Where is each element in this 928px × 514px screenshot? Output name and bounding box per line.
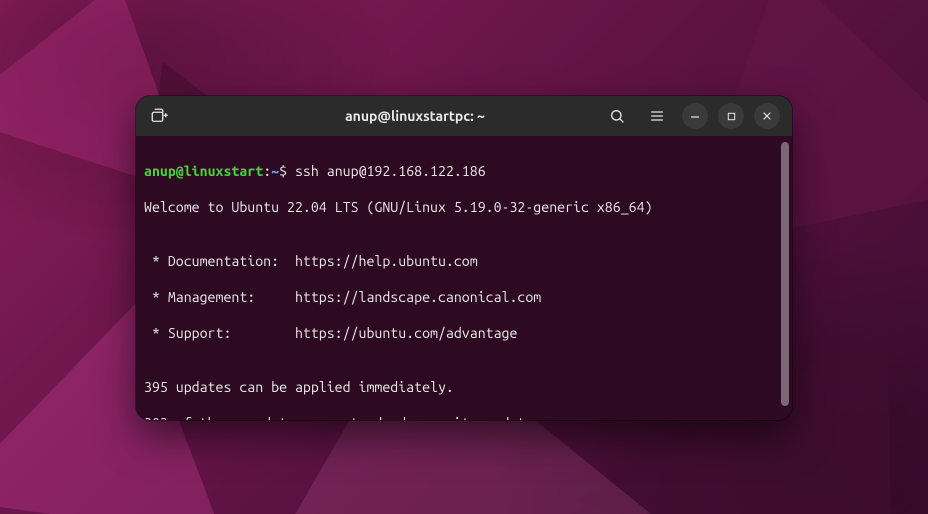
terminal-window: anup@linuxstartpc: ~ [136,96,792,420]
scrollbar-thumb[interactable] [781,142,789,406]
new-tab-icon [150,107,168,125]
prompt-user: anup [144,163,176,179]
maximize-icon [726,111,737,122]
terminal-body[interactable]: anup@linuxstart:~$ ssh anup@192.168.122.… [136,136,792,420]
prompt-host: linuxstart [184,163,263,179]
output-line: * Support: https://ubuntu.com/advantage [144,324,778,342]
prompt-line: anup@linuxstart:~$ ssh anup@192.168.122.… [144,162,778,180]
titlebar: anup@linuxstartpc: ~ [136,96,792,136]
maximize-button[interactable] [718,103,744,129]
command-text: ssh anup@192.168.122.186 [295,163,486,179]
output-line: 203 of these updates are standard securi… [144,414,778,420]
minimize-icon [689,110,701,122]
hamburger-icon [649,108,665,124]
search-button[interactable] [602,101,632,131]
close-icon [761,110,773,122]
window-title: anup@linuxstartpc: ~ [234,108,596,124]
output-line: * Documentation: https://help.ubuntu.com [144,252,778,270]
prompt-path: ~ [271,163,279,179]
search-icon [609,108,625,124]
window-controls [602,101,784,131]
close-button[interactable] [754,103,780,129]
output-line: 395 updates can be applied immediately. [144,378,778,396]
output-line: * Management: https://landscape.canonica… [144,288,778,306]
hamburger-menu-button[interactable] [642,101,672,131]
new-tab-button[interactable] [144,101,174,131]
minimize-button[interactable] [682,103,708,129]
output-line: Welcome to Ubuntu 22.04 LTS (GNU/Linux 5… [144,198,778,216]
